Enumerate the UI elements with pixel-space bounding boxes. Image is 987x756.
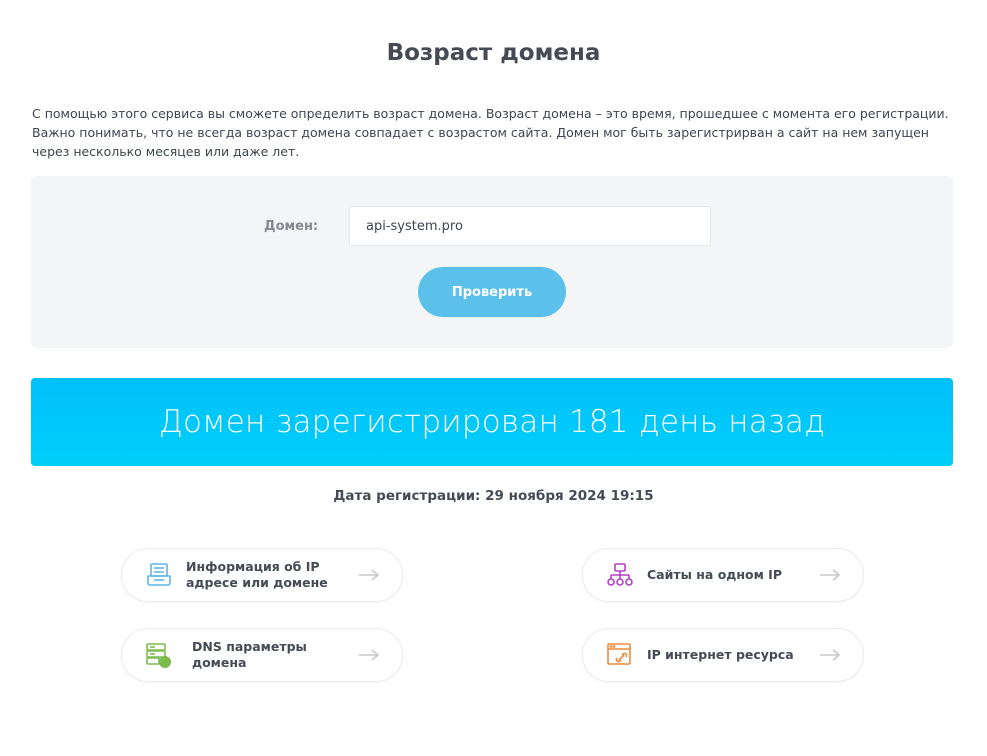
link-card-ip-info[interactable]: Информация об IP адресе или домене bbox=[121, 548, 403, 602]
check-button[interactable]: Проверить bbox=[418, 267, 566, 317]
arrow-right-icon bbox=[820, 569, 841, 581]
ip-info-icon bbox=[147, 563, 171, 586]
page-title: Возраст домена bbox=[386, 40, 601, 66]
result-banner: Домен зарегистрирован 181 день назад bbox=[31, 378, 953, 466]
intro-text: С помощью этого сервиса вы сможете опред… bbox=[32, 106, 949, 159]
domain-input[interactable] bbox=[349, 206, 711, 246]
link-label: Информация об IP адресе или домене bbox=[186, 559, 328, 590]
result-text: Домен зарегистрирован 181 день назад bbox=[158, 404, 826, 440]
link-card-sites-on-ip[interactable]: Сайты на одном IP bbox=[582, 548, 864, 602]
arrow-right-icon bbox=[820, 649, 841, 661]
domain-form-panel: Домен: Проверить bbox=[31, 176, 953, 348]
browser-link-icon bbox=[607, 643, 631, 665]
arrow-right-icon bbox=[359, 649, 380, 661]
arrow-right-icon bbox=[359, 569, 380, 581]
link-card-dns[interactable]: DNS параметры домена bbox=[121, 628, 403, 682]
link-label: DNS параметры домена bbox=[192, 639, 307, 670]
network-tree-icon bbox=[607, 563, 633, 586]
domain-label: Домен: bbox=[264, 219, 319, 234]
registration-date: Дата регистрации: 29 ноября 2024 19:15 bbox=[333, 488, 654, 504]
link-label: IP интернет ресурса bbox=[647, 647, 794, 662]
link-card-ip-resource[interactable]: IP интернет ресурса bbox=[582, 628, 864, 682]
dns-server-icon bbox=[146, 643, 171, 668]
link-label: Сайты на одном IP bbox=[647, 567, 782, 582]
